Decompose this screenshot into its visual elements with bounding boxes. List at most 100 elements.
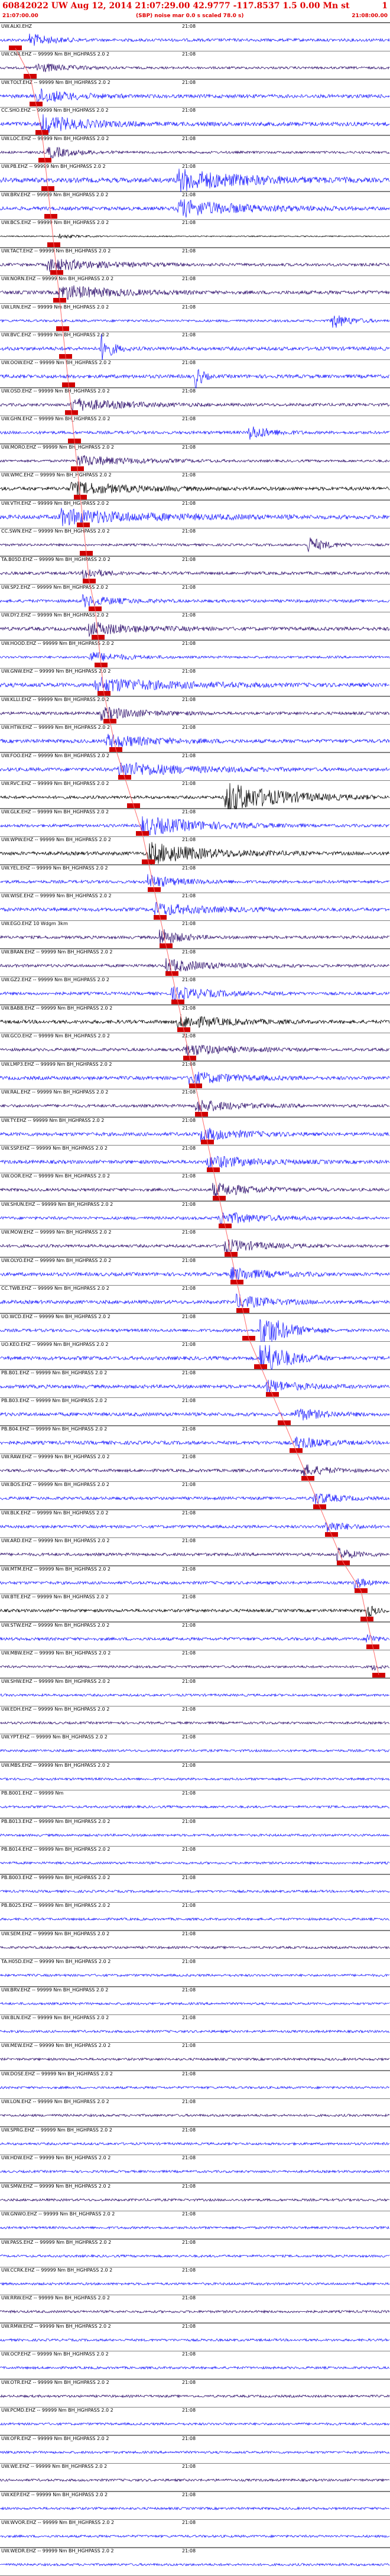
trace-row: UW.WE.EHZ -- 99999 Nm BH_HGHPASS 2.0 2 21… — [0, 2464, 390, 2492]
station-label: UW.KLLI.EHZ -- 99999 Nm BH_HGHPASS 2.0 2 — [1, 696, 109, 702]
trace-row: UO.KEO.EHZ -- 99999 Nm BH_HGHPASS 2.0 2 2… — [0, 1342, 390, 1370]
waveform — [0, 199, 390, 218]
minute-tick-label: 21:08 — [182, 1201, 196, 1207]
waveform — [0, 1634, 390, 1643]
phase-pick-marker — [366, 1644, 379, 1650]
waveform — [0, 1071, 390, 1085]
trace-row: UW.BRAN.EHZ -- 99999 Nm BH_HGHPASS 2.0 2… — [0, 949, 390, 978]
station-label: UW.OCP.EHZ -- 99999 Nm BH_HGHPASS 2.0 2 — [1, 2351, 109, 2357]
waveform — [0, 1267, 390, 1280]
minute-tick-label: 21:08 — [182, 809, 196, 815]
minute-tick-label: 21:08 — [182, 1650, 196, 1656]
minute-tick-label: 21:08 — [182, 2267, 196, 2273]
station-label: PB.B003.EHZ -- 99999 Nm BH_HGHPASS 2.0 2 — [1, 1874, 110, 1880]
waveform — [0, 2450, 390, 2454]
trace-row: TA.H05D.EHZ -- 99999 Nm BH_HGHPASS 2.0 2… — [0, 1959, 390, 1987]
phase-pick-marker — [290, 1448, 303, 1453]
waveform — [0, 1692, 390, 1697]
station-label: UW.STW.EHZ -- 99999 Nm BH_HGHPASS 2.0 2 — [1, 1622, 110, 1628]
waveform — [0, 1319, 390, 1342]
waveform — [0, 537, 390, 553]
minute-tick-label: 21:08 — [182, 2464, 196, 2470]
minute-tick-label: 21:08 — [182, 640, 196, 646]
waveform — [0, 762, 390, 776]
phase-pick-marker — [171, 999, 184, 1004]
minute-tick-label: 21:08 — [182, 752, 196, 758]
minute-tick-label: 21:08 — [182, 696, 196, 702]
trace-row: UW.LON.EHZ -- 99999 Nm BH_HGHPASS 2.0 2 2… — [0, 2099, 390, 2127]
phase-pick-marker — [47, 242, 60, 247]
station-label: UW.BRAN.EHZ -- 99999 Nm BH_HGHPASS 2.0 2 — [1, 949, 113, 955]
event-count: 1 — [382, 1, 388, 11]
trace-row: UW.EDH.EHZ -- 99999 Nm BH_HGHPASS 2.0 2 2… — [0, 1706, 390, 1735]
phase-pick-marker — [242, 1336, 255, 1341]
waveform — [0, 1156, 390, 1170]
waveform — [0, 2225, 390, 2230]
trace-row: UW.HOOD.EHZ -- 99999 Nm BH_HGHPASS 2.0 2… — [0, 641, 390, 669]
station-label: UW.SSP.EHZ -- 99999 Nm BH_HGHPASS 2.0 2 — [1, 1146, 108, 1151]
waveform — [0, 2282, 390, 2286]
minute-tick-label: 21:08 — [182, 1482, 196, 1488]
trace-row: UW.OOR.EHZ -- 99999 Nm BH_HGHPASS 2.0 2 2… — [0, 1173, 390, 1202]
trace-row: UW.OCP.EHZ -- 99999 Nm BH_HGHPASS 2.0 2 2… — [0, 2351, 390, 2380]
waveform — [0, 2141, 390, 2146]
waveform — [0, 2534, 390, 2539]
trace-row: UW.OLYO.EHZ -- 99999 Nm BH_HGHPASS 2.0 2… — [0, 1258, 390, 1286]
trace-row: UW.CNR.EHZ -- 99999 Nm BH_HGHPASS 2.0 2 2… — [0, 51, 390, 80]
trace-row: UW.GLK.EHZ -- 99999 Nm BH_HGHPASS 2.0 2 2… — [0, 809, 390, 838]
trace-row: UW.SPRG.EHZ -- 99999 Nm BH_HGHPASS 2.0 2… — [0, 2127, 390, 2156]
waveform — [0, 2338, 390, 2342]
trace-row: UW.GNW.EHZ -- 99999 Nm BH_HGHPASS 2.0 2 2… — [0, 669, 390, 697]
trace-row: UW.STW.EHZ -- 99999 Nm BH_HGHPASS 2.0 2 2… — [0, 1622, 390, 1651]
station-label: UW.BLN.EHZ -- 99999 Nm BH_HGHPASS 2.0 2 — [1, 2014, 109, 2020]
trace-row: UW.OSD.EHZ -- 99999 Nm BH_HGHPASS 2.0 2 2… — [0, 388, 390, 417]
waveform — [0, 63, 390, 73]
trace-row: UW.WEDR.EHZ -- 99999 Nm BH_HGHPASS 2.0 2… — [0, 2548, 390, 2576]
phase-pick-marker — [38, 158, 51, 163]
trace-row: UW.CCRK.EHZ -- 99999 Nm BH_HGHPASS 2.0 2… — [0, 2267, 390, 2296]
minute-tick-label: 21:08 — [182, 528, 196, 534]
station-label: UW.PASS.EHZ -- 99999 Nm BH_HGHPASS 2.0 2 — [1, 2239, 112, 2245]
minute-tick-label: 21:08 — [182, 1370, 196, 1375]
phase-pick-marker — [98, 690, 110, 696]
trace-row: UW.EGO.EHZ 10 Wdgm 3km 21:08 — [0, 921, 390, 949]
waveform — [0, 1379, 390, 1393]
minute-tick-label: 21:08 — [182, 1622, 196, 1628]
station-label: UW.WEDR.EHZ -- 99999 Nm BH_HGHPASS 2.0 2 — [1, 2548, 114, 2554]
minute-tick-label: 21:08 — [182, 1874, 196, 1880]
phase-pick-marker — [65, 410, 78, 416]
waveform — [0, 168, 390, 192]
minute-tick-label: 21:08 — [182, 1847, 196, 1852]
minute-tick-label: 21:08 — [182, 304, 196, 310]
waveform — [0, 783, 390, 809]
waveform — [0, 146, 390, 158]
phase-pick-marker — [372, 1672, 385, 1678]
waveform — [0, 1833, 390, 1837]
phase-pick-marker — [160, 943, 173, 948]
trace-row: UW.TACT.EHZ -- 99999 Nm BH_HGHPASS 2.0 2… — [0, 248, 390, 277]
waveform — [0, 2309, 390, 2314]
phase-pick-marker — [50, 270, 63, 275]
station-label: UW.VTH.EHZ -- 99999 Nm BH_HGHPASS 2.0 2 — [1, 500, 109, 506]
waveform — [0, 1665, 390, 1671]
waveform — [0, 929, 390, 946]
station-label: UW.ARD.EHZ -- 99999 Nm BH_HGHPASS 2.0 2 — [1, 1538, 110, 1544]
trace-row: UW.SSP.EHZ -- 99999 Nm BH_HGHPASS 2.0 2 2… — [0, 1146, 390, 1174]
station-label: UW.WMC.EHZ -- 99999 Nm BH_HGHPASS 2.0 2 — [1, 472, 112, 478]
waveform — [0, 2169, 390, 2174]
minute-tick-label: 21:08 — [182, 2127, 196, 2133]
waveform — [0, 2057, 390, 2062]
station-label: PB.B01.EHZ -- 99999 Nm BH_HGHPASS 2.0 2 — [1, 1370, 108, 1375]
minute-tick-label: 21:08 — [182, 837, 196, 843]
waveform — [0, 2001, 390, 2006]
phase-pick-marker — [301, 1476, 314, 1481]
station-label: UW.OLYO.EHZ -- 99999 Nm BH_HGHPASS 2.0 2 — [1, 1257, 112, 1263]
minute-tick-label: 21:08 — [182, 1398, 196, 1404]
station-label: UW.YEL.EHZ -- 99999 Nm BH_HGHPASS 2.0 2 — [1, 865, 108, 871]
trace-row: PB.B04.EHZ -- 99999 Nm BH_HGHPASS 2.0 2 2… — [0, 1426, 390, 1454]
minute-tick-label: 21:08 — [182, 1313, 196, 1319]
trace-row: UW.LRN.EHZ -- 99999 Nm BH_HGHPASS 2.0 2 2… — [0, 304, 390, 332]
trace-row: UW.BTE.EHZ -- 99999 Nm BH_HGHPASS 2.0 2 2… — [0, 1594, 390, 1623]
start-time: 21:07:00.00 — [2, 13, 38, 19]
waveform — [0, 1293, 390, 1309]
